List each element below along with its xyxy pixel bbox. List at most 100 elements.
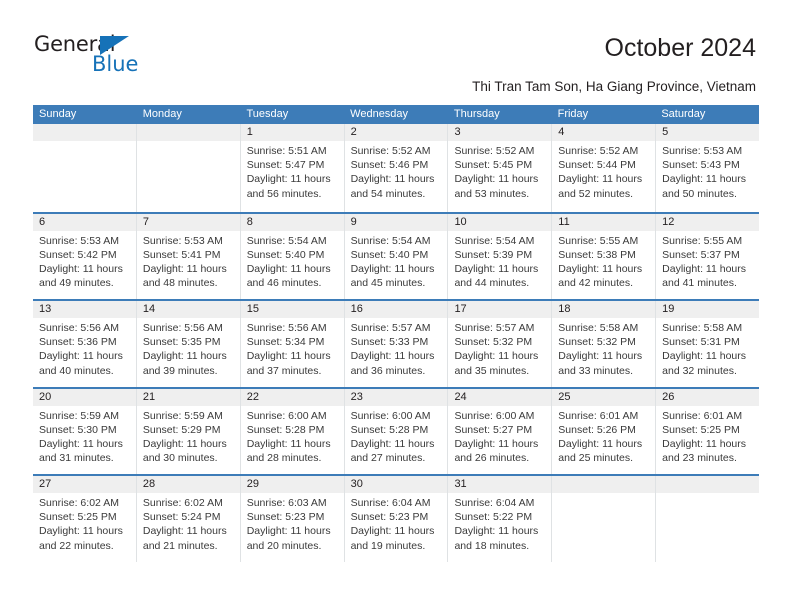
calendar-day-cell[interactable]: 6 Sunrise: 5:53 AM Sunset: 5:42 PM Daylight… — [33, 213, 137, 299]
calendar-day-cell[interactable]: 29 Sunrise: 6:03 AM Sunset: 5:23 PM Dayligh… — [240, 476, 345, 562]
sunset-text: Sunset: 5:40 PM — [246, 248, 325, 261]
daylight-text-line2: and 50 minutes. — [662, 187, 737, 200]
day-number: 18 — [552, 301, 656, 318]
day-number: 14 — [136, 301, 240, 318]
calendar-day-cell[interactable]: 19 Sunrise: 5:58 AM Sunset: 5:31 PM Dayligh… — [656, 301, 760, 387]
sunrise-text: Sunrise: 5:55 AM — [558, 234, 639, 247]
daylight-text-line2: and 56 minutes. — [246, 187, 322, 200]
sunset-text: Sunset: 5:31 PM — [662, 336, 740, 349]
calendar-day-cell[interactable]: 23 Sunrise: 6:00 AM Sunset: 5:28 PM Dayligh… — [344, 388, 449, 474]
calendar-day-cell[interactable]: 11 Sunrise: 5:55 AM Sunset: 5:38 PM Dayligh… — [552, 213, 657, 299]
day-details: Sunrise: 5:59 AM Sunset: 5:30 PM Daylight:… — [33, 406, 136, 466]
calendar-day-cell[interactable]: 5 Sunrise: 5:53 AM Sunset: 5:43 PM Daylight… — [656, 124, 760, 212]
calendar-day-cell[interactable]: 7 Sunrise: 5:53 AM Sunset: 5:41 PM Daylight… — [136, 213, 241, 299]
calendar-day-cell[interactable]: 27 Sunrise: 6:02 AM Sunset: 5:25 PM Dayligh… — [33, 476, 137, 562]
calendar-day-cell[interactable]: 26 Sunrise: 6:01 AM Sunset: 5:25 PM Dayligh… — [656, 388, 760, 474]
day-number — [136, 124, 240, 141]
daylight-text-line2: and 44 minutes. — [454, 277, 530, 290]
sunrise-text: Sunrise: 5:54 AM — [350, 234, 431, 247]
daylight-text-line1: Daylight: 11 hours — [454, 262, 539, 275]
calendar-week-row: 27 Sunrise: 6:02 AM Sunset: 5:25 PM Dayligh… — [33, 474, 760, 562]
daylight-text-line2: and 53 minutes. — [454, 187, 530, 200]
daylight-text-line1: Daylight: 11 hours — [454, 350, 539, 363]
day-number: 5 — [656, 124, 760, 141]
sunset-text: Sunset: 5:35 PM — [142, 336, 221, 349]
sunrise-text: Sunrise: 5:51 AM — [246, 145, 327, 157]
calendar-day-cell[interactable]: 4 Sunrise: 5:52 AM Sunset: 5:44 PM Daylight… — [552, 124, 657, 212]
calendar-weeks: 1 Sunrise: 5:51 AM Sunset: 5:47 PM Daylight… — [33, 124, 760, 562]
calendar-day-cell[interactable]: 18 Sunrise: 5:58 AM Sunset: 5:32 PM Dayligh… — [552, 301, 657, 387]
day-details: Sunrise: 6:01 AM Sunset: 5:25 PM Daylight:… — [656, 406, 759, 466]
sunrise-text: Sunrise: 5:58 AM — [558, 322, 639, 334]
day-number: 30 — [344, 476, 448, 493]
calendar-day-cell[interactable]: 3 Sunrise: 5:52 AM Sunset: 5:45 PM Daylight… — [448, 124, 553, 212]
calendar-day-cell[interactable]: 31 Sunrise: 6:04 AM Sunset: 5:22 PM Dayligh… — [448, 476, 553, 562]
day-details: Sunrise: 5:51 AM Sunset: 5:47 PM Daylight:… — [241, 141, 344, 201]
calendar-day-cell[interactable]: 20 Sunrise: 5:59 AM Sunset: 5:30 PM Dayligh… — [33, 388, 137, 474]
daylight-text-line1: Daylight: 11 hours — [558, 437, 643, 450]
day-details: Sunrise: 5:56 AM Sunset: 5:35 PM Daylight:… — [137, 318, 240, 378]
daylight-text-line1: Daylight: 11 hours — [142, 437, 227, 450]
day-number: 1 — [240, 124, 344, 141]
daylight-text-line2: and 42 minutes. — [558, 277, 634, 290]
daylight-text-line1: Daylight: 11 hours — [454, 173, 539, 186]
day-number — [33, 124, 136, 141]
calendar-day-cell[interactable]: 8 Sunrise: 5:54 AM Sunset: 5:40 PM Daylight… — [240, 213, 345, 299]
sunrise-text: Sunrise: 5:53 AM — [142, 234, 223, 247]
day-number: 26 — [656, 388, 760, 406]
daylight-text-line2: and 27 minutes. — [350, 452, 426, 465]
calendar-day-cell[interactable]: 1 Sunrise: 5:51 AM Sunset: 5:47 PM Daylight… — [240, 124, 345, 212]
daylight-text-line2: and 40 minutes. — [39, 364, 114, 377]
calendar-day-cell[interactable]: 28 Sunrise: 6:02 AM Sunset: 5:24 PM Dayligh… — [136, 476, 241, 562]
daylight-text-line1: Daylight: 11 hours — [350, 350, 435, 363]
weekday-header-tuesday: Tuesday — [246, 108, 289, 120]
calendar-day-cell[interactable]: 16 Sunrise: 5:57 AM Sunset: 5:33 PM Dayligh… — [344, 301, 449, 387]
calendar-day-cell[interactable]: 13 Sunrise: 5:56 AM Sunset: 5:36 PM Dayligh… — [33, 301, 137, 387]
calendar-day-cell[interactable]: 22 Sunrise: 6:00 AM Sunset: 5:28 PM Dayligh… — [240, 388, 345, 474]
day-details: Sunrise: 5:58 AM Sunset: 5:32 PM Daylight:… — [552, 318, 655, 378]
daylight-text-line2: and 22 minutes. — [39, 539, 114, 552]
daylight-text-line1: Daylight: 11 hours — [454, 437, 539, 450]
weekday-header-row: Sunday Monday Tuesday Wednesday Thursday… — [33, 105, 759, 124]
sunrise-text: Sunrise: 5:53 AM — [662, 145, 743, 157]
sunset-text: Sunset: 5:33 PM — [350, 336, 429, 349]
calendar-day-cell[interactable]: 25 Sunrise: 6:01 AM Sunset: 5:26 PM Dayligh… — [552, 388, 657, 474]
day-number: 17 — [448, 301, 552, 318]
general-blue-logo[interactable]: General Blue — [34, 33, 164, 83]
sunset-text: Sunset: 5:45 PM — [454, 159, 533, 172]
calendar-day-cell[interactable]: 12 Sunrise: 5:55 AM Sunset: 5:37 PM Dayligh… — [656, 213, 760, 299]
calendar-day-cell[interactable]: 14 Sunrise: 5:56 AM Sunset: 5:35 PM Dayligh… — [136, 301, 241, 387]
day-details: Sunrise: 6:02 AM Sunset: 5:24 PM Daylight:… — [137, 493, 240, 553]
daylight-text-line1: Daylight: 11 hours — [39, 437, 123, 450]
daylight-text-line2: and 28 minutes. — [246, 452, 322, 465]
calendar-day-cell[interactable]: 21 Sunrise: 5:59 AM Sunset: 5:29 PM Dayligh… — [136, 388, 241, 474]
calendar-day-cell[interactable]: 10 Sunrise: 5:54 AM Sunset: 5:39 PM Dayligh… — [448, 213, 553, 299]
day-details: Sunrise: 6:04 AM Sunset: 5:22 PM Daylight:… — [448, 493, 551, 553]
daylight-text-line2: and 21 minutes. — [142, 539, 218, 552]
calendar-day-cell[interactable]: 30 Sunrise: 6:04 AM Sunset: 5:23 PM Dayligh… — [344, 476, 449, 562]
sunrise-text: Sunrise: 5:53 AM — [39, 234, 119, 247]
day-details: Sunrise: 5:52 AM Sunset: 5:46 PM Daylight:… — [345, 141, 448, 201]
daylight-text-line2: and 18 minutes. — [454, 539, 530, 552]
sunrise-text: Sunrise: 6:04 AM — [454, 497, 535, 509]
daylight-text-line1: Daylight: 11 hours — [662, 262, 747, 275]
daylight-text-line1: Daylight: 11 hours — [558, 173, 643, 186]
daylight-text-line2: and 46 minutes. — [246, 277, 322, 290]
daylight-text-line1: Daylight: 11 hours — [39, 525, 123, 538]
calendar-day-cell[interactable]: 17 Sunrise: 5:57 AM Sunset: 5:32 PM Dayligh… — [448, 301, 553, 387]
day-number: 20 — [33, 388, 136, 406]
sunset-text: Sunset: 5:28 PM — [350, 423, 429, 436]
calendar-day-cell[interactable]: 24 Sunrise: 6:00 AM Sunset: 5:27 PM Dayligh… — [448, 388, 553, 474]
calendar-grid: Sunday Monday Tuesday Wednesday Thursday… — [33, 105, 760, 562]
daylight-text-line2: and 19 minutes. — [350, 539, 426, 552]
sunrise-text: Sunrise: 5:54 AM — [454, 234, 535, 247]
sunrise-text: Sunrise: 5:56 AM — [39, 322, 119, 334]
day-number: 7 — [136, 213, 240, 231]
calendar-week-row: 6 Sunrise: 5:53 AM Sunset: 5:42 PM Daylight… — [33, 211, 760, 299]
sunset-text: Sunset: 5:34 PM — [246, 336, 325, 349]
calendar-day-cell[interactable]: 15 Sunrise: 5:56 AM Sunset: 5:34 PM Dayligh… — [240, 301, 345, 387]
daylight-text-line2: and 37 minutes. — [246, 364, 322, 377]
calendar-day-cell[interactable]: 2 Sunrise: 5:52 AM Sunset: 5:46 PM Daylight… — [344, 124, 449, 212]
calendar-day-cell[interactable]: 9 Sunrise: 5:54 AM Sunset: 5:40 PM Daylight… — [344, 213, 449, 299]
sunrise-text: Sunrise: 5:52 AM — [454, 145, 535, 157]
